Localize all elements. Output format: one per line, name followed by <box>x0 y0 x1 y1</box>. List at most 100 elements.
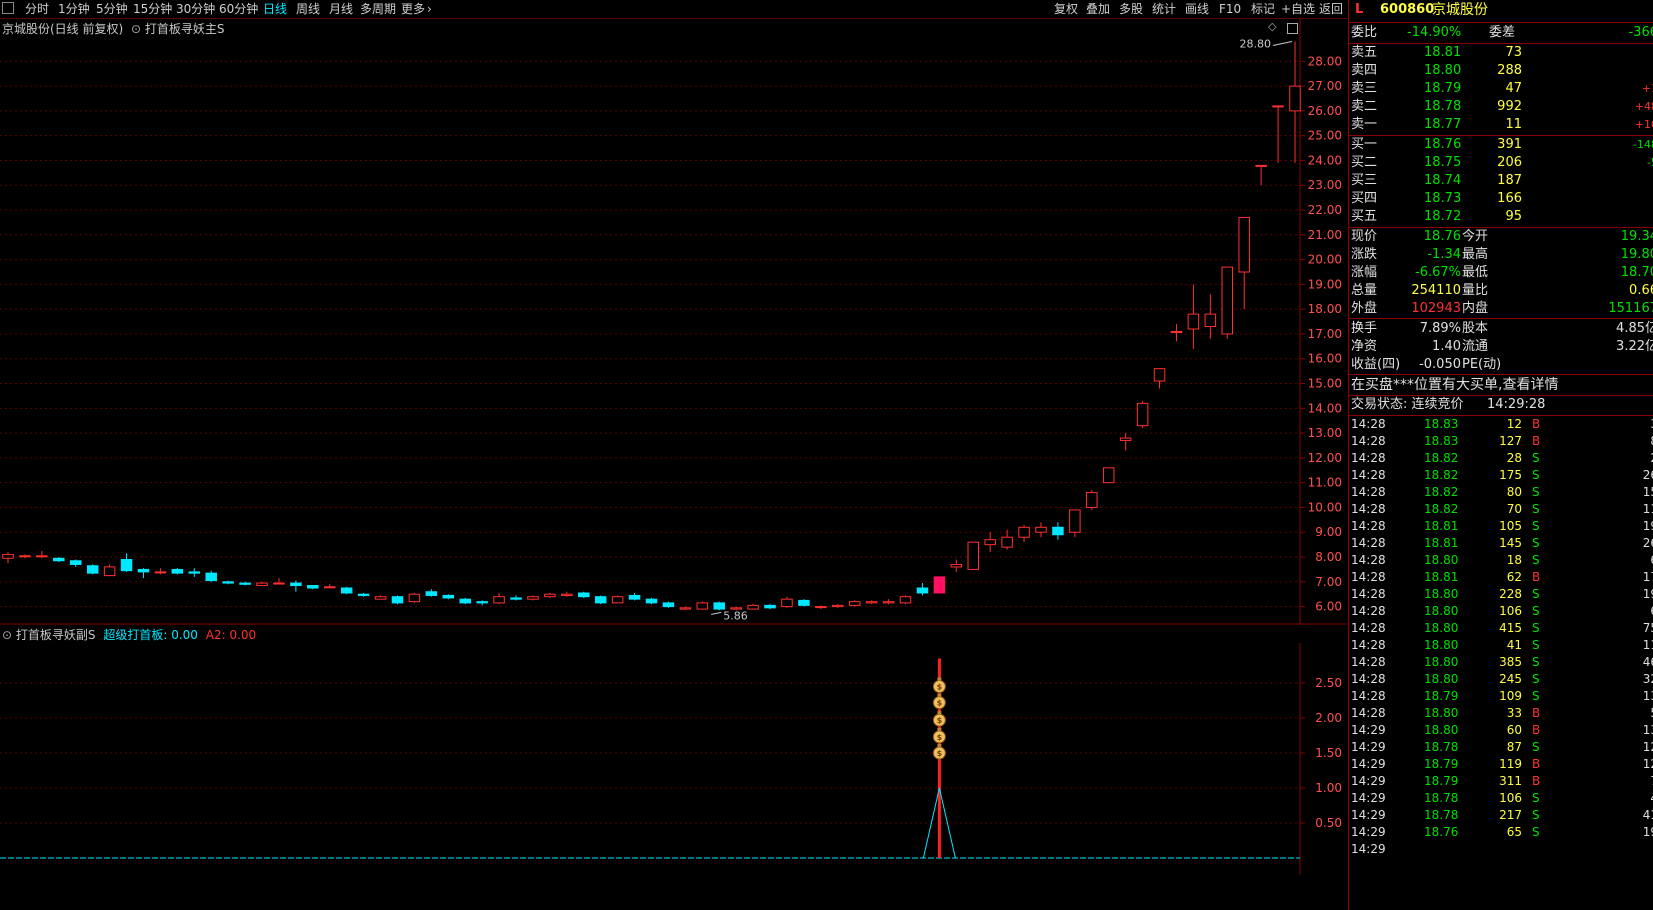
stat-value: 3.22亿 <box>1616 339 1653 354</box>
trade-time: 14:28 <box>1351 519 1386 533</box>
y-tick-label: 23.00 <box>1308 178 1342 192</box>
diamond-icon[interactable]: ◇ <box>1268 20 1276 33</box>
sub-indicator-dropdown-icon[interactable]: ⊙ <box>2 628 12 642</box>
trade-row: 14:28 18.79 109 S 13 <box>1349 688 1653 705</box>
trade-volume: 127 <box>1499 434 1522 448</box>
period-tab-60min[interactable]: 60分钟 <box>219 1 258 17</box>
candle-body <box>1153 368 1166 382</box>
trade-price: 18.82 <box>1424 468 1459 482</box>
trade-count: 32 <box>1642 672 1653 686</box>
order-volume: 11 <box>1505 117 1522 132</box>
order-label: 买五 <box>1351 209 1378 224</box>
candle-body <box>222 581 234 584</box>
trade-count: 17 <box>1642 570 1653 584</box>
candle-body <box>832 604 844 608</box>
period-tab-5min[interactable]: 5分钟 <box>96 1 128 17</box>
main-chart-title: 京城股份(日线 前复权) <box>2 22 124 36</box>
order-volume: 47 <box>1505 81 1522 96</box>
candle-body <box>459 598 471 604</box>
trade-volume: 228 <box>1499 587 1522 601</box>
candle-body <box>899 596 912 604</box>
stat-value: 19.34 <box>1620 229 1653 244</box>
trade-direction: S <box>1532 825 1540 839</box>
candle-body <box>865 601 878 604</box>
y-tick-label: 16.00 <box>1308 352 1342 366</box>
tool-overlay-button[interactable]: 叠加 <box>1086 1 1110 17</box>
candle-body <box>120 559 133 572</box>
trade-time: 14:29 <box>1351 825 1386 839</box>
buy-order-row: 买四 18.73 166 <box>1349 190 1653 208</box>
tool-stats-button[interactable]: 统计 <box>1152 1 1176 17</box>
trade-time: 14:28 <box>1351 587 1386 601</box>
high-marker-arrow <box>1272 40 1293 46</box>
fundamental-stat-row: 收益(四)-0.050PE(动)- <box>1349 356 1653 374</box>
period-tab-15min[interactable]: 15分钟 <box>133 1 172 17</box>
stock-code: 600860 <box>1380 2 1435 17</box>
window-toggle-icon[interactable] <box>1287 23 1298 34</box>
period-tab-daily[interactable]: 日线 <box>263 1 287 17</box>
candle-body <box>645 598 658 604</box>
candle-body <box>1170 330 1183 333</box>
indicator-dropdown-icon[interactable]: ⊙ <box>131 22 141 36</box>
order-price: 18.73 <box>1424 191 1462 206</box>
sub-indicator-chart[interactable]: 2.50 2.00 1.50 1.00 0.50 $ $ $ $ $ ⊙ 打首板寻妖副S 超级打首… <box>0 628 1347 910</box>
period-tab-1min[interactable]: 1分钟 <box>58 1 90 17</box>
trade-volume: 60 <box>1506 723 1522 737</box>
trade-row: 14:29 18.76 65 S 19 <box>1349 824 1653 841</box>
tool-back-button[interactable]: 返回 <box>1319 1 1343 17</box>
candle-body <box>1204 313 1217 328</box>
trade-time: 14:28 <box>1351 570 1386 584</box>
period-tab-monthly[interactable]: 月线 <box>329 1 353 17</box>
kline-chart[interactable]: 28.00 27.00 26.00 25.00 24.00 23.00 22.00 21.00… <box>0 19 1347 625</box>
period-tab-weekly[interactable]: 周线 <box>296 1 320 17</box>
trade-price: 18.79 <box>1424 757 1459 771</box>
tool-watchlist-button[interactable]: +自选 <box>1281 1 1315 17</box>
low-marker-arrow <box>711 611 722 615</box>
stat-value: 19.80 <box>1620 247 1653 262</box>
quote-stat-row: 外盘 102943内盘 151167 <box>1349 300 1653 318</box>
tool-f10-button[interactable]: F10 <box>1219 1 1241 17</box>
trade-direction: S <box>1532 468 1540 482</box>
trade-price: 18.79 <box>1424 774 1459 788</box>
period-tab-more[interactable]: 更多 <box>401 1 425 17</box>
toolbar-menu-icon[interactable] <box>2 2 14 14</box>
chevron-right-icon[interactable]: › <box>427 1 432 17</box>
order-label: 卖一 <box>1351 117 1378 132</box>
trade-volume: 12 <box>1506 417 1522 431</box>
y-tick-label: 17.00 <box>1308 327 1342 341</box>
tool-fuquan-button[interactable]: 复权 <box>1054 1 1078 17</box>
sub-y-tick-label: 2.00 <box>1315 711 1342 725</box>
trade-volume: 415 <box>1499 621 1522 635</box>
period-tab-30min[interactable]: 30分钟 <box>176 1 215 17</box>
candle-body <box>561 593 573 596</box>
order-price: 18.80 <box>1424 63 1462 78</box>
trade-price: 18.80 <box>1424 672 1459 686</box>
divider <box>1349 318 1653 319</box>
order-price: 18.72 <box>1424 209 1462 224</box>
candle-body <box>950 563 963 568</box>
tool-mark-button[interactable]: 标记 <box>1251 1 1275 17</box>
period-tab-multi[interactable]: 多周期 <box>360 1 396 17</box>
sub-indicator-name[interactable]: 打首板寻妖副S <box>16 628 96 642</box>
period-tab-fenshi[interactable]: 分时 <box>25 1 49 17</box>
stat-label: 涨幅 <box>1351 265 1378 280</box>
tool-draw-button[interactable]: 画线 <box>1185 1 1209 17</box>
tool-multistock-button[interactable]: 多股 <box>1119 1 1143 17</box>
trade-time: 14:28 <box>1351 689 1386 703</box>
trade-time: 14:28 <box>1351 434 1386 448</box>
trade-price: 18.80 <box>1424 621 1459 635</box>
candle-body <box>290 582 302 587</box>
trade-direction: S <box>1532 587 1540 601</box>
trade-row: 14:29 18.78 217 S 41 <box>1349 807 1653 824</box>
weicha-label: 委差 <box>1489 25 1516 40</box>
candle-body <box>103 566 116 577</box>
candle-body <box>340 587 353 594</box>
main-indicator-name[interactable]: 打首板寻妖主S <box>145 22 225 36</box>
trade-direction: S <box>1532 740 1540 754</box>
trade-row: 14:28 18.80 415 S 75 <box>1349 620 1653 637</box>
trade-time: 14:28 <box>1351 621 1386 635</box>
big-order-notice[interactable]: 在买盘***位置有大买单,查看详情 <box>1349 376 1653 394</box>
trade-price: 18.79 <box>1424 689 1459 703</box>
sell-order-row: 卖三 18.79 47 +1 <box>1349 80 1653 98</box>
trade-direction: S <box>1532 638 1540 652</box>
